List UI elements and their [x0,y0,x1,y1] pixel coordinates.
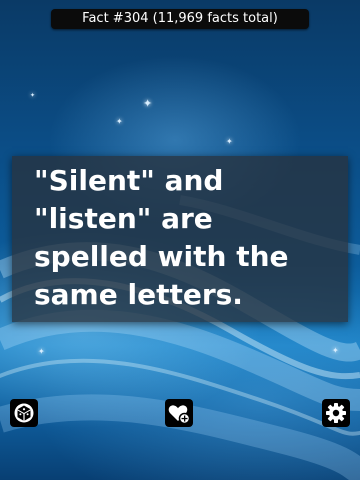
fact-text: "Silent" and "listen" are spelled with t… [34,164,289,311]
fact-counter-title: Fact #304 (11,969 facts total) [51,9,309,29]
sparkle: ✦ [332,346,339,355]
sparkle: ✦ [226,137,233,146]
sparkle: ✦ [143,97,153,110]
add-favorite-heart-icon [168,405,191,425]
shuffle-dice-icon [14,403,34,423]
sparkle: ✦ [30,92,36,99]
fact-card[interactable]: "Silent" and "listen" are spelled with t… [12,156,348,322]
add-favorite-button[interactable] [165,399,193,427]
gear-icon [326,403,346,423]
shuffle-button[interactable] [10,399,38,427]
settings-button[interactable] [322,399,350,427]
app-screen: ✦ ✦ ✦ ✦ ✦ ✦ Fact #304 (11,969 facts tota… [0,0,360,480]
sparkle: ✦ [38,347,45,356]
sparkle: ✦ [116,117,123,126]
